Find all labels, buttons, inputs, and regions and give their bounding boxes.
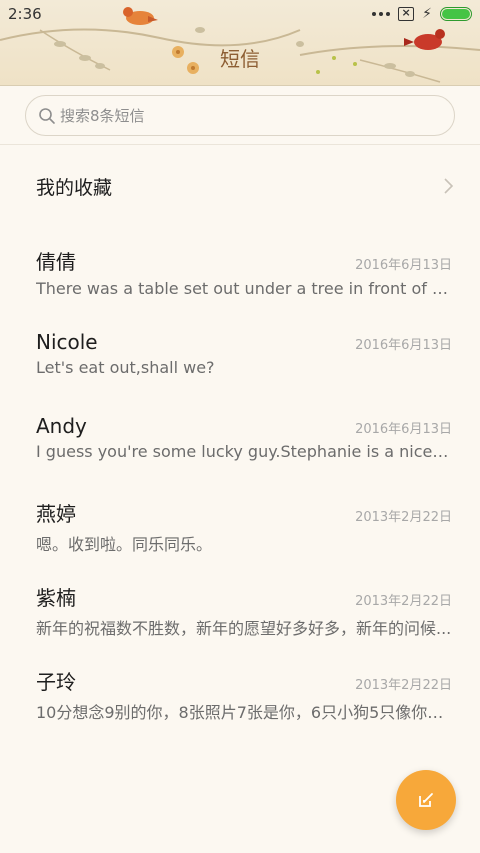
conversation-item[interactable]: 紫楠 2013年2月22日 新年的祝福数不胜数，新年的愿望好多好多，新年的问候.… [0,566,480,650]
search-input[interactable] [60,106,440,125]
search-icon [39,107,55,124]
message-date: 2013年2月22日 [355,678,452,693]
sim-missing-icon: × [398,7,415,21]
app-header: 2:36 × ⚡ 短信 [0,0,480,86]
contact-name: 子玲 [36,670,76,694]
battery-icon [440,7,472,21]
message-preview: I guess you're some lucky guy.Stephanie … [36,442,452,461]
message-preview: 10分想念9别的你，8张照片7张是你，6只小狗5只像你，4... [36,703,452,722]
message-preview: Let's eat out,shall we? [36,358,215,377]
more-dots-icon [372,12,391,16]
conversation-list: 倩倩 2016年6月13日 There was a table set out … [0,230,480,734]
message-preview: There was a table set out under a tree i… [36,279,452,298]
conversation-item[interactable]: 燕婷 2013年2月22日 嗯。收到啦。同乐同乐。 [0,482,480,566]
message-date: 2013年2月22日 [355,594,452,609]
message-preview: 嗯。收到啦。同乐同乐。 [36,535,213,554]
message-preview: 新年的祝福数不胜数，新年的愿望好多好多，新年的问候... [36,619,452,638]
message-date: 2016年6月13日 [355,258,452,273]
conversation-item[interactable]: 倩倩 2016年6月13日 There was a table set out … [0,230,480,314]
contact-name: 燕婷 [36,502,76,526]
contact-name: Andy [36,414,87,438]
conversation-item[interactable]: 子玲 2013年2月22日 10分想念9别的你，8张照片7张是你，6只小狗5只像… [0,650,480,734]
contact-name: 倩倩 [36,250,76,274]
compose-icon [419,793,433,807]
favorites-label: 我的收藏 [36,176,113,199]
divider [0,144,480,145]
message-date: 2016年6月13日 [355,338,452,353]
contact-name: Nicole [36,330,98,354]
search-bar[interactable] [25,95,455,136]
bolt-icon: ⚡ [422,6,432,22]
compose-button[interactable] [396,770,456,830]
status-bar: 2:36 × ⚡ [0,0,480,28]
conversation-item[interactable]: Nicole 2016年6月13日 Let's eat out,shall we… [0,314,480,398]
contact-name: 紫楠 [36,586,76,610]
message-date: 2013年2月22日 [355,510,452,525]
page-title: 短信 [220,47,260,71]
status-time: 2:36 [8,5,42,23]
favorites-row[interactable]: 我的收藏 [0,150,480,222]
conversation-item[interactable]: Andy 2016年6月13日 I guess you're some luck… [0,398,480,482]
message-date: 2016年6月13日 [355,422,452,437]
chevron-right-icon [444,178,454,194]
